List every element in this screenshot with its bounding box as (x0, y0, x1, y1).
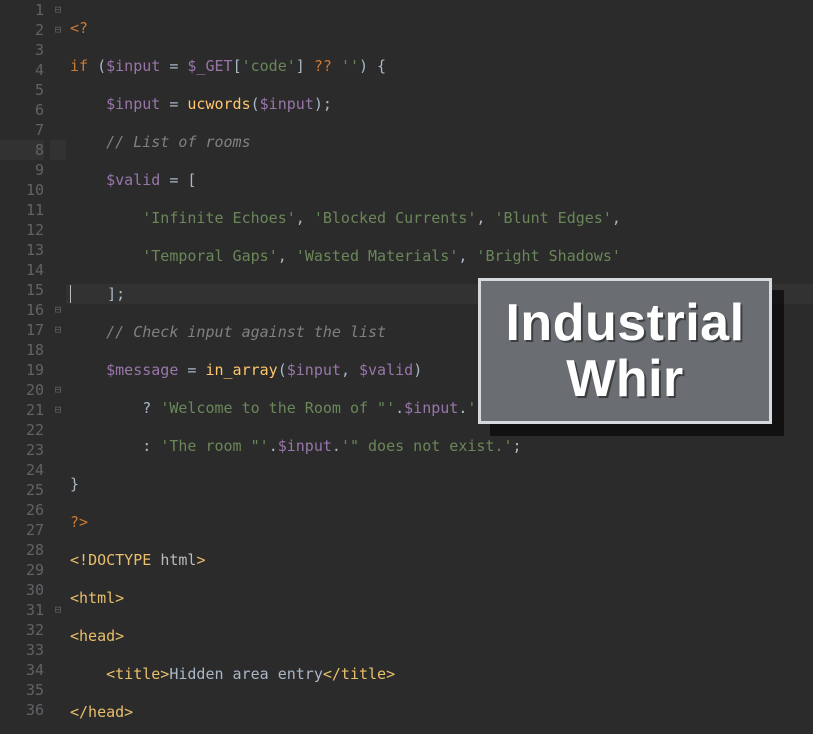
line-number: 31 (0, 600, 44, 620)
fold-toggle[interactable] (50, 420, 66, 440)
fold-toggle[interactable] (50, 60, 66, 80)
line-number: 30 (0, 580, 44, 600)
line-number: 5 (0, 80, 44, 100)
line-number: 2 (0, 20, 44, 40)
fold-toggle[interactable]: ⊟ (50, 400, 66, 420)
fold-toggle[interactable] (50, 200, 66, 220)
line-number: 23 (0, 440, 44, 460)
page-title-text: Hidden area entry (169, 665, 323, 683)
get-key: code (251, 57, 287, 75)
fold-toggle[interactable] (50, 660, 66, 680)
line-number: 25 (0, 480, 44, 500)
fold-toggle[interactable] (50, 360, 66, 380)
line-number: 29 (0, 560, 44, 580)
line-number: 11 (0, 200, 44, 220)
line-number: 19 (0, 360, 44, 380)
fold-toggle[interactable] (50, 340, 66, 360)
line-number: 8 (0, 140, 44, 160)
fold-toggle[interactable] (50, 40, 66, 60)
comment-check: // Check input against the list (106, 323, 386, 341)
line-number: 21 (0, 400, 44, 420)
fold-toggle[interactable] (50, 700, 66, 720)
fold-toggle[interactable] (50, 260, 66, 280)
fold-toggle[interactable] (50, 500, 66, 520)
line-number: 12 (0, 220, 44, 240)
fold-toggle[interactable] (50, 100, 66, 120)
fold-toggle[interactable] (50, 220, 66, 240)
line-number: 10 (0, 180, 44, 200)
fold-toggle[interactable] (50, 580, 66, 600)
line-number: 7 (0, 120, 44, 140)
fold-toggle[interactable] (50, 160, 66, 180)
line-number: 9 (0, 160, 44, 180)
line-number: 1 (0, 0, 44, 20)
line-number-gutter: 1234567891011121314151617181920212223242… (0, 0, 50, 734)
code-editor: 1234567891011121314151617181920212223242… (0, 0, 813, 734)
fold-toggle[interactable]: ⊟ (50, 380, 66, 400)
line-number: 13 (0, 240, 44, 260)
fold-toggle[interactable] (50, 80, 66, 100)
fold-toggle[interactable] (50, 520, 66, 540)
line-number: 15 (0, 280, 44, 300)
fold-toggle[interactable] (50, 140, 66, 160)
overlay-banner: IndustrialWhir (478, 278, 772, 424)
line-number: 36 (0, 700, 44, 720)
line-number: 22 (0, 420, 44, 440)
line-number: 16 (0, 300, 44, 320)
line-number: 24 (0, 460, 44, 480)
line-number: 18 (0, 340, 44, 360)
fold-toggle[interactable] (50, 180, 66, 200)
fold-column[interactable]: ⊟⊟ ⊟⊟⊟⊟⊟ (50, 0, 66, 734)
line-number: 17 (0, 320, 44, 340)
line-number: 4 (0, 60, 44, 80)
fold-toggle[interactable] (50, 680, 66, 700)
fold-toggle[interactable] (50, 240, 66, 260)
line-number: 35 (0, 680, 44, 700)
fold-toggle[interactable] (50, 460, 66, 480)
line-number: 27 (0, 520, 44, 540)
overlay-text: IndustrialWhir (505, 295, 744, 407)
fold-toggle[interactable] (50, 280, 66, 300)
line-number: 3 (0, 40, 44, 60)
fold-toggle[interactable]: ⊟ (50, 300, 66, 320)
line-number: 34 (0, 660, 44, 680)
line-number: 26 (0, 500, 44, 520)
fold-toggle[interactable]: ⊟ (50, 600, 66, 620)
fold-toggle[interactable] (50, 120, 66, 140)
fold-toggle[interactable]: ⊟ (50, 0, 66, 20)
comment-rooms: // List of rooms (106, 133, 251, 151)
line-number: 32 (0, 620, 44, 640)
line-number: 28 (0, 540, 44, 560)
fold-toggle[interactable]: ⊟ (50, 320, 66, 340)
line-number: 14 (0, 260, 44, 280)
line-number: 33 (0, 640, 44, 660)
line-number: 20 (0, 380, 44, 400)
fold-toggle[interactable] (50, 560, 66, 580)
fold-toggle[interactable]: ⊟ (50, 20, 66, 40)
line-number: 6 (0, 100, 44, 120)
fold-toggle[interactable] (50, 640, 66, 660)
fold-toggle[interactable] (50, 620, 66, 640)
fold-toggle[interactable] (50, 540, 66, 560)
fold-toggle[interactable] (50, 480, 66, 500)
fold-toggle[interactable] (50, 440, 66, 460)
